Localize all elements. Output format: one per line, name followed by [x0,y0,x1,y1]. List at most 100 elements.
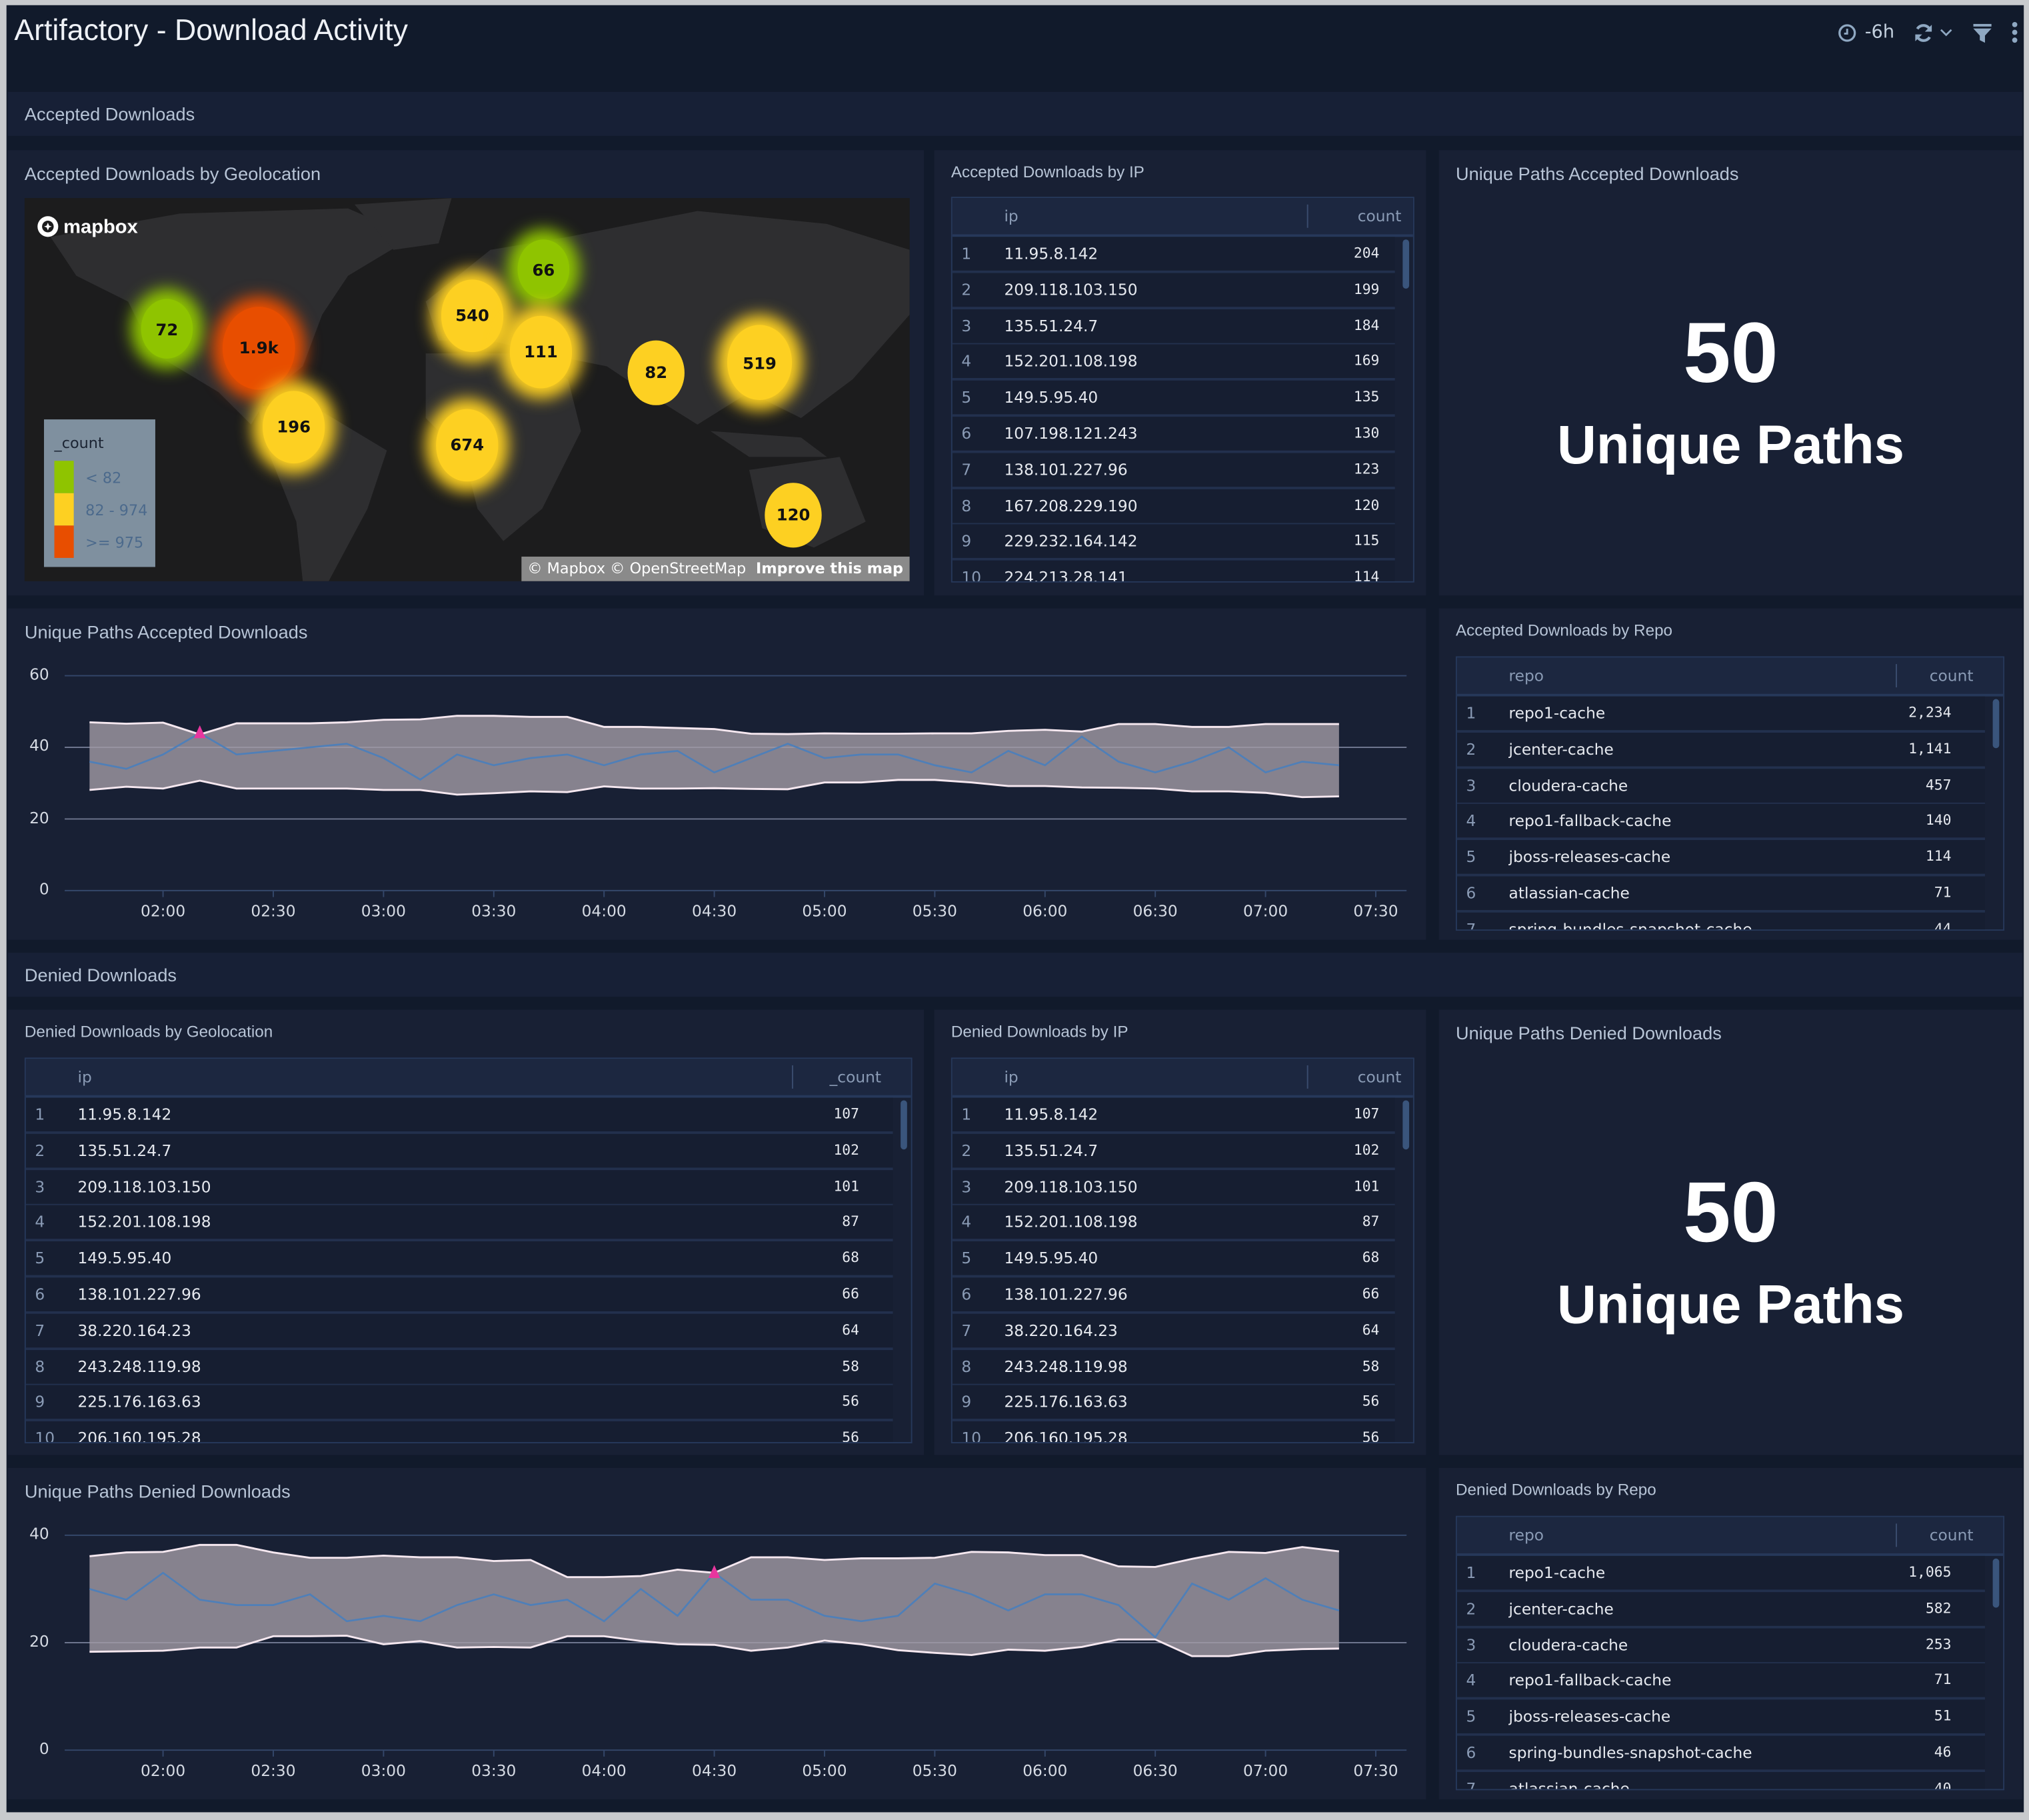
table-row[interactable]: 10 206.160.195.28 56 [25,1421,893,1443]
table-row[interactable]: 5 jboss-releases-cache 114 [1456,840,1985,877]
table-row[interactable]: 1 11.95.8.142 107 [952,1097,1395,1134]
table-row[interactable]: 7 spring-bundles-snapshot-cache 44 [1456,912,1985,931]
table-row[interactable]: 2 jcenter-cache 1,141 [1456,732,1985,769]
column-header-repo[interactable]: repo [1509,1526,1544,1544]
unique-paths-value: 50 [1683,1163,1778,1260]
map-cluster[interactable]: 540 [441,280,504,352]
column-resize-handle[interactable] [1896,1523,1897,1547]
table-row[interactable]: 8 243.248.119.98 58 [25,1349,893,1386]
table-row[interactable]: 4 repo1-fallback-cache 140 [1456,804,1985,841]
table-row[interactable]: 9 225.176.163.63 56 [952,1385,1395,1422]
scrollbar[interactable] [901,1100,907,1150]
column-header-count[interactable]: count [1358,207,1402,225]
map-cluster[interactable]: 1.9k [222,306,295,390]
table-row[interactable]: 2 209.118.103.150 199 [952,273,1395,309]
table-row[interactable]: 3 135.51.24.7 184 [952,309,1395,345]
map-cluster[interactable]: 72 [141,299,193,359]
row-count: 64 [842,1321,860,1339]
table-row[interactable]: 4 152.201.108.198 87 [25,1205,893,1242]
column-header-count[interactable]: count [1930,667,1974,685]
table-row[interactable]: 10 206.160.195.28 56 [952,1421,1395,1443]
table-row[interactable]: 6 spring-bundles-snapshot-cache 46 [1456,1735,1985,1773]
table-row[interactable]: 1 11.95.8.142 204 [952,237,1395,273]
scrollbar[interactable] [1402,239,1410,289]
row-index: 5 [1466,848,1476,867]
table-row[interactable]: 3 209.118.103.150 101 [25,1169,893,1206]
table-row[interactable]: 7 atlassian-cache 40 [1456,1771,1985,1789]
table-row[interactable]: 3 cloudera-cache 253 [1456,1627,1985,1665]
row-count: 184 [1353,316,1380,334]
denied-unique-paths-chart[interactable]: 0 20 40 02:00 02:30 03:00 03:30 04:00 04:30 05:00… [8,1468,1426,1799]
column-header-count[interactable]: _count [830,1068,881,1086]
table-row[interactable]: 6 107.198.121.243 130 [952,417,1395,453]
column-header-ip[interactable]: ip [77,1068,91,1086]
table-row[interactable]: 4 repo1-fallback-cache 71 [1456,1663,1985,1701]
table-row[interactable]: 4 152.201.108.198 169 [952,345,1395,381]
table-row[interactable]: 5 149.5.95.40 135 [952,381,1395,417]
table-row[interactable]: 7 38.220.164.23 64 [952,1313,1395,1350]
row-name: 152.201.108.198 [1004,352,1138,371]
accepted-unique-paths-chart[interactable]: 0 20 40 60 02:00 02:30 03:00 03:30 04:00 04:30 05:… [8,609,1426,940]
row-index: 3 [961,1177,972,1196]
table-row[interactable]: 6 138.101.227.96 66 [25,1277,893,1314]
map-cluster[interactable]: 196 [263,391,325,463]
column-header-count[interactable]: count [1358,1068,1402,1086]
table-row[interactable]: 3 cloudera-cache 457 [1456,768,1985,805]
chart-svg[interactable] [8,1468,1426,1799]
table-row[interactable]: 2 jcenter-cache 582 [1456,1591,1985,1629]
table-row[interactable]: 8 243.248.119.98 58 [952,1349,1395,1386]
refresh-button[interactable] [1912,21,1954,43]
table-row[interactable]: 3 209.118.103.150 101 [952,1169,1395,1206]
map-cluster[interactable]: 519 [727,325,793,400]
column-header-count[interactable]: count [1930,1526,1974,1544]
mapbox-logo[interactable]: mapbox [36,215,138,238]
map-cluster[interactable]: 66 [517,239,570,299]
table-row[interactable]: 1 repo1-cache 2,234 [1456,696,1985,733]
table-row[interactable]: 9 225.176.163.63 56 [25,1385,893,1422]
table-row[interactable]: 4 152.201.108.198 87 [952,1205,1395,1242]
table-row[interactable]: 9 229.232.164.142 115 [952,525,1395,561]
table-row[interactable]: 1 repo1-cache 1,065 [1456,1555,1985,1593]
column-resize-handle[interactable] [792,1065,794,1089]
refresh-icon [1915,23,1932,41]
section-accepted-downloads[interactable]: Accepted Downloads [7,91,2023,136]
filter-icon[interactable] [1972,21,1993,43]
panel-accepted-by-ip: Accepted Downloads by IP ip count 1 11.9… [934,150,1426,596]
table-row[interactable]: 8 167.208.229.190 120 [952,489,1395,525]
table-row[interactable]: 6 atlassian-cache 71 [1456,876,1985,913]
map-cluster[interactable]: 120 [765,482,822,548]
map-cluster[interactable]: 82 [627,340,685,406]
column-header-ip[interactable]: ip [1004,207,1018,225]
column-resize-handle[interactable] [1306,1065,1308,1089]
improve-map-link[interactable]: Improve this map [756,559,903,577]
map-cluster[interactable]: 674 [436,409,499,481]
chart-svg[interactable] [8,609,1426,940]
table-row[interactable]: 7 38.220.164.23 64 [25,1313,893,1350]
section-denied-downloads[interactable]: Denied Downloads [7,953,2023,997]
scrollbar[interactable] [1992,1558,2000,1608]
table-row[interactable]: 6 138.101.227.96 66 [952,1277,1395,1314]
row-index: 8 [35,1357,45,1376]
time-range-button[interactable]: -6h [1838,22,1894,43]
table-row[interactable]: 1 11.95.8.142 107 [25,1097,893,1134]
table-row[interactable]: 7 138.101.227.96 123 [952,453,1395,489]
table-row[interactable]: 5 149.5.95.40 68 [25,1241,893,1278]
x-tick-label: 04:00 [581,1761,627,1780]
scrollbar[interactable] [1402,1100,1410,1150]
column-resize-handle[interactable] [1896,664,1897,688]
column-header-repo[interactable]: repo [1509,667,1544,685]
table-row[interactable]: 5 jboss-releases-cache 51 [1456,1699,1985,1737]
row-name: 167.208.229.190 [1004,496,1138,515]
attribution-text[interactable]: © Mapbox © OpenStreetMap [527,559,746,577]
world-map[interactable]: mapbox 72 1.9k 196 540 66 111 674 82 519 120 _cou… [24,198,910,581]
scrollbar[interactable] [1992,699,2000,749]
table-row[interactable]: 10 224.213.28.141 114 [952,561,1395,581]
column-resize-handle[interactable] [1306,204,1308,228]
column-header-ip[interactable]: ip [1004,1068,1018,1086]
table-row[interactable]: 2 135.51.24.7 102 [952,1133,1395,1170]
map-cluster[interactable]: 111 [509,316,573,388]
more-vertical-icon[interactable] [2011,21,2019,44]
row-name: spring-bundles-snapshot-cache [1508,920,1752,931]
table-row[interactable]: 5 149.5.95.40 68 [952,1241,1395,1278]
table-row[interactable]: 2 135.51.24.7 102 [25,1133,893,1170]
